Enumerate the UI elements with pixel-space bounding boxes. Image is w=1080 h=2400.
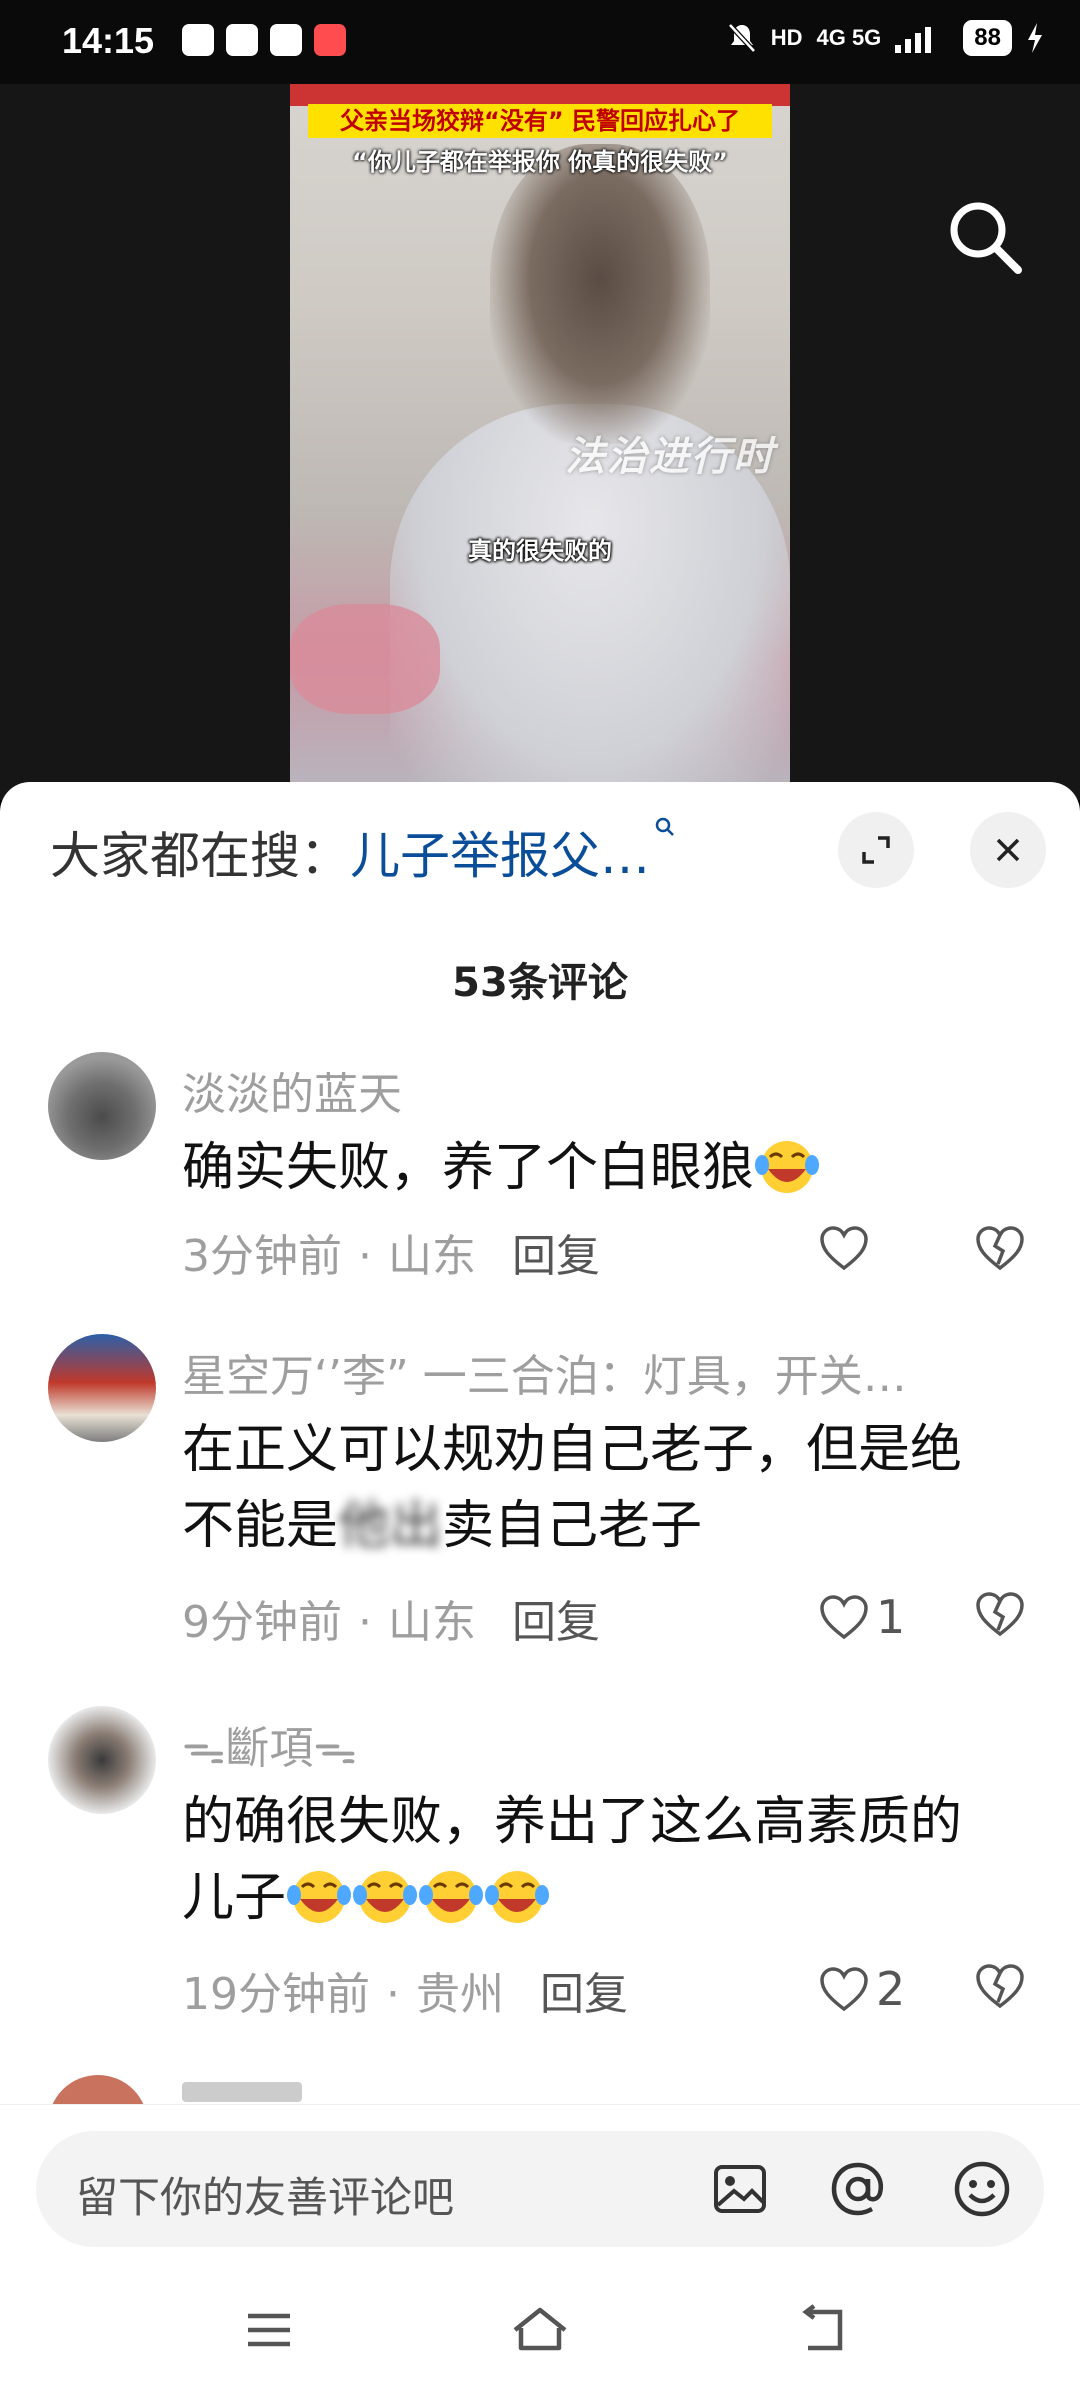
cover-headline: 父亲当场狡辩“没有” 民警回应扎心了 [308, 104, 772, 138]
like-button[interactable]: 2 [818, 1962, 905, 2016]
avatar[interactable] [48, 1706, 156, 1814]
like-count: 1 [876, 1590, 906, 1644]
comment-username[interactable]: ᯓ斷項ᯓ [182, 1712, 357, 1776]
broken-heart-icon[interactable] [974, 1590, 1026, 1638]
comment-input-bar: 留下你的友善评论吧 [0, 2104, 1080, 2247]
comment-text: 在正义可以规劝自己老子，但是绝不能是他出卖自己老子 [182, 1412, 1012, 1564]
comment-input-placeholder: 留下你的友善评论吧 [76, 2173, 455, 2222]
status-time: 14:15 [62, 20, 155, 61]
comment-meta: 9分钟前 · 山东 回复 [182, 1586, 600, 1650]
separator-dot: · [358, 1231, 372, 1282]
heart-icon [820, 1967, 868, 2012]
video-watermark: 法治进行时 [565, 434, 775, 480]
close-icon [996, 838, 1020, 862]
comment-meta: 3分钟前 · 山东 回复 [182, 1220, 600, 1284]
cover-title-strip [290, 84, 790, 106]
comment-text-masked: 他出 [338, 1496, 443, 1556]
heart-icon [820, 1226, 868, 1271]
avatar[interactable] [48, 1334, 156, 1442]
charging-icon [1028, 23, 1042, 53]
status-bar: 14:15 HD 4G 5G 88 [0, 0, 1080, 84]
expand-button[interactable] [838, 812, 914, 888]
weibo-app-icon [314, 24, 346, 56]
hot-search-label: 大家都在搜： [50, 827, 350, 885]
search-small-icon [655, 817, 674, 836]
broken-heart-icon[interactable] [974, 1962, 1026, 2010]
comment-input[interactable]: 留下你的友善评论吧 [36, 2131, 1044, 2247]
comment-time: 9分钟前 [182, 1597, 342, 1648]
menu-icon[interactable] [236, 2300, 302, 2360]
comment-count: 53条评论 [452, 960, 628, 1006]
separator-dot: · [358, 1597, 372, 1648]
at-icon[interactable] [826, 2157, 890, 2221]
reply-button[interactable]: 回复 [540, 1969, 628, 2020]
laugh-cry-emoji-icon [485, 1871, 550, 1923]
comment-time: 3分钟前 [182, 1231, 342, 1282]
comment-text-content: 确实失败，养了个白眼狼 [182, 1138, 755, 1198]
search-icon[interactable] [940, 192, 1030, 282]
avatar[interactable] [48, 1052, 156, 1160]
comment-location: 贵州 [416, 1969, 504, 2020]
comment-location: 山东 [388, 1231, 476, 1282]
comment-username[interactable]: 淡淡的蓝天 [182, 1058, 402, 1122]
back-icon[interactable] [790, 2300, 856, 2360]
like-button[interactable]: 1 [818, 1590, 905, 1644]
image-icon[interactable] [708, 2157, 772, 2221]
video-app-icon [270, 24, 302, 56]
video-frame[interactable]: 父亲当场狡辩“没有” 民警回应扎心了 “你儿子都在举报你 你真的很失败” 法治进… [290, 84, 790, 800]
laugh-cry-emoji-icon [353, 1871, 418, 1923]
close-button[interactable] [970, 812, 1046, 888]
laugh-cry-emoji-icon [755, 1141, 820, 1193]
notification-icons [182, 24, 346, 56]
reply-button[interactable]: 回复 [512, 1231, 600, 1282]
comment-username-partial [182, 2082, 302, 2102]
hot-search-query[interactable]: 儿子举报父… [350, 827, 650, 885]
expand-icon [862, 836, 890, 864]
video-subtitle: 真的很失败的 [468, 537, 612, 565]
comment-text-after: 卖自己老子 [442, 1496, 703, 1556]
separator-dot: · [386, 1969, 400, 2020]
cover-quote: “你儿子都在举报你 你真的很失败” [352, 148, 728, 176]
battery-indicator: 88 [963, 20, 1012, 56]
comment-username[interactable]: 星空万‘’李” 一三合泊：灯具，开关… [182, 1340, 907, 1404]
hd-icon: HD [770, 25, 803, 50]
emoji-icon[interactable] [950, 2157, 1014, 2221]
network-indicator: 4G 5G [816, 25, 882, 50]
video-background-object [290, 604, 440, 714]
video-person-head [490, 144, 710, 444]
toutiao-app-icon [226, 24, 258, 56]
comment-meta: 19分钟前 · 贵州 回复 [182, 1958, 628, 2022]
status-right: HD 4G 5G 88 [727, 20, 1044, 56]
laugh-cry-emoji-icon [287, 1871, 352, 1923]
comment-text: 确实失败，养了个白眼狼 [182, 1130, 1012, 1206]
comment-time: 19分钟前 [182, 1969, 370, 2020]
laugh-cry-emoji-icon [419, 1871, 484, 1923]
like-button[interactable] [818, 1224, 870, 1272]
like-count: 2 [876, 1962, 906, 2016]
reply-button[interactable]: 回复 [512, 1597, 600, 1648]
broken-heart-icon[interactable] [974, 1224, 1026, 1272]
heart-icon [820, 1595, 868, 1640]
hot-search-bar[interactable]: 大家都在搜：儿子举报父… [50, 816, 676, 888]
comment-text: 的确很失败，养出了这么高素质的儿子 [182, 1784, 1012, 1936]
system-nav-bar [0, 2262, 1080, 2400]
mute-bell-icon [727, 23, 756, 53]
signal-icon [895, 27, 932, 53]
baidu-app-icon [182, 24, 214, 56]
home-icon[interactable] [507, 2300, 573, 2360]
comment-location: 山东 [388, 1597, 476, 1648]
video-player[interactable]: 父亲当场狡辩“没有” 民警回应扎心了 “你儿子都在举报你 你真的很失败” 法治进… [0, 84, 1080, 800]
